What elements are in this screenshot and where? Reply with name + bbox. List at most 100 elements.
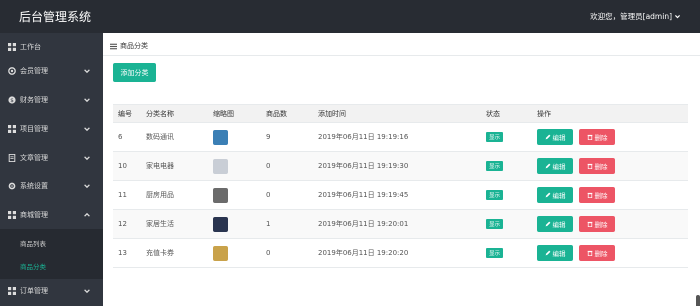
main-content: 商品分类 添加分类 编号 分类名称 缩略图 商品数 添加时间 状态 操作 6 数… bbox=[103, 33, 700, 306]
cell-id: 6 bbox=[113, 122, 141, 152]
breadcrumb: 商品分类 bbox=[110, 41, 148, 51]
breadcrumb-label: 商品分类 bbox=[120, 42, 148, 50]
heart-icon bbox=[8, 67, 16, 75]
edit-button[interactable]: 编辑 bbox=[537, 129, 573, 145]
chevron-down-icon bbox=[675, 15, 680, 19]
cell-name: 数码通讯 bbox=[141, 122, 208, 152]
cell-name: 家居生活 bbox=[141, 209, 208, 239]
divider bbox=[103, 55, 700, 56]
table-row: 10 家电电器 0 2019年06月11日 19:19:30 显示 编辑 删除 bbox=[113, 151, 688, 181]
delete-button[interactable]: 删除 bbox=[579, 245, 615, 261]
edit-button-label: 编辑 bbox=[552, 250, 566, 258]
status-badge[interactable]: 显示 bbox=[486, 190, 504, 200]
cell-time: 2019年06月11日 19:19:45 bbox=[313, 180, 481, 210]
sidebar-item-articles[interactable]: 文章管理 bbox=[0, 144, 103, 172]
chevron-up-icon bbox=[84, 212, 90, 217]
delete-button-label: 删除 bbox=[594, 192, 608, 200]
sidebar-item-orders[interactable]: 订单管理 bbox=[0, 277, 103, 305]
cell-thumbnail bbox=[208, 122, 261, 152]
edit-button[interactable]: 编辑 bbox=[537, 158, 573, 174]
sidebar: 工作台 会员管理 $ 财务管理 项目管理 文章管理 系统设置 商城管理 商品列表… bbox=[0, 33, 103, 306]
table-row: 6 数码通讯 9 2019年06月11日 19:19:16 显示 编辑 删除 bbox=[113, 122, 688, 152]
grid-icon bbox=[8, 211, 16, 219]
edit-button[interactable]: 编辑 bbox=[537, 245, 573, 261]
cell-count: 9 bbox=[261, 122, 313, 152]
col-header-name: 分类名称 bbox=[141, 104, 208, 123]
add-category-button[interactable]: 添加分类 bbox=[113, 63, 156, 82]
sidebar-item-label: 项目管理 bbox=[20, 125, 48, 133]
cell-actions: 编辑 删除 bbox=[532, 238, 688, 268]
cell-count: 1 bbox=[261, 209, 313, 239]
thumbnail-image bbox=[213, 158, 228, 174]
scrollbar[interactable] bbox=[696, 295, 700, 306]
cell-name: 厨房用品 bbox=[141, 180, 208, 210]
delete-button[interactable]: 删除 bbox=[579, 129, 615, 145]
cell-id: 10 bbox=[113, 151, 141, 181]
sidebar-item-label: 商城管理 bbox=[20, 211, 48, 219]
edit-icon bbox=[545, 192, 550, 198]
document-icon bbox=[8, 154, 16, 162]
sidebar-subitem-label: 商品分类 bbox=[20, 262, 46, 271]
delete-button[interactable]: 删除 bbox=[579, 158, 615, 174]
sidebar-item-members[interactable]: 会员管理 bbox=[0, 57, 103, 85]
sidebar-item-label: 财务管理 bbox=[20, 96, 48, 104]
edit-button-label: 编辑 bbox=[552, 134, 566, 142]
status-badge[interactable]: 显示 bbox=[486, 219, 504, 229]
status-badge[interactable]: 显示 bbox=[486, 132, 504, 142]
sidebar-item-label: 工作台 bbox=[20, 43, 41, 51]
status-badge[interactable]: 显示 bbox=[486, 248, 504, 258]
sidebar-item-settings[interactable]: 系统设置 bbox=[0, 172, 103, 200]
cell-time: 2019年06月11日 19:19:30 bbox=[313, 151, 481, 181]
chevron-down-icon bbox=[84, 69, 90, 74]
sidebar-subitem-product-category[interactable]: 商品分类 bbox=[0, 252, 103, 279]
edit-icon bbox=[545, 163, 550, 169]
cell-id: 13 bbox=[113, 238, 141, 268]
cell-status: 显示 bbox=[481, 122, 532, 152]
sidebar-item-projects[interactable]: 项目管理 bbox=[0, 115, 103, 143]
col-header-time: 添加时间 bbox=[313, 104, 481, 123]
chevron-down-icon bbox=[84, 289, 90, 294]
svg-text:$: $ bbox=[10, 98, 14, 104]
col-header-thumbnail: 缩略图 bbox=[208, 104, 261, 123]
cell-thumbnail bbox=[208, 151, 261, 181]
table-row: 11 厨房用品 0 2019年06月11日 19:19:45 显示 编辑 删除 bbox=[113, 180, 688, 210]
cell-actions: 编辑 删除 bbox=[532, 151, 688, 181]
status-badge[interactable]: 显示 bbox=[486, 161, 504, 171]
cell-status: 显示 bbox=[481, 151, 532, 181]
edit-button-label: 编辑 bbox=[552, 163, 566, 171]
table-row: 12 家居生活 1 2019年06月11日 19:20:01 显示 编辑 删除 bbox=[113, 209, 688, 239]
edit-button-label: 编辑 bbox=[552, 221, 566, 229]
edit-button[interactable]: 编辑 bbox=[537, 216, 573, 232]
edit-button[interactable]: 编辑 bbox=[537, 187, 573, 203]
cell-name: 家电电器 bbox=[141, 151, 208, 181]
user-menu[interactable]: 欢迎您，管理员[admin] bbox=[590, 11, 681, 22]
app-title: 后台管理系统 bbox=[19, 10, 92, 24]
cell-thumbnail bbox=[208, 180, 261, 210]
sidebar-item-label: 文章管理 bbox=[20, 154, 48, 162]
trash-icon bbox=[587, 221, 592, 227]
cell-count: 0 bbox=[261, 151, 313, 181]
trash-icon bbox=[587, 134, 592, 140]
cell-id: 11 bbox=[113, 180, 141, 210]
list-icon bbox=[110, 43, 117, 49]
sidebar-item-label: 系统设置 bbox=[20, 182, 48, 190]
delete-button[interactable]: 删除 bbox=[579, 216, 615, 232]
edit-icon bbox=[545, 250, 550, 256]
trash-icon bbox=[587, 192, 592, 198]
trash-icon bbox=[587, 250, 592, 256]
cell-actions: 编辑 删除 bbox=[532, 209, 688, 239]
delete-button-label: 删除 bbox=[594, 134, 608, 142]
edit-icon bbox=[545, 134, 550, 140]
col-header-status: 状态 bbox=[481, 104, 532, 123]
edit-icon bbox=[545, 221, 550, 227]
thumbnail-image bbox=[213, 216, 228, 232]
thumbnail-image bbox=[213, 129, 228, 145]
delete-button[interactable]: 删除 bbox=[579, 187, 615, 203]
grid-icon bbox=[8, 287, 16, 295]
user-greeting[interactable]: 欢迎您，管理员[admin] bbox=[590, 11, 672, 22]
sidebar-item-finance[interactable]: $ 财务管理 bbox=[0, 86, 103, 114]
sidebar-item-shop[interactable]: 商城管理 bbox=[0, 201, 103, 229]
cell-count: 0 bbox=[261, 180, 313, 210]
cell-status: 显示 bbox=[481, 180, 532, 210]
thumbnail-image bbox=[213, 245, 228, 261]
